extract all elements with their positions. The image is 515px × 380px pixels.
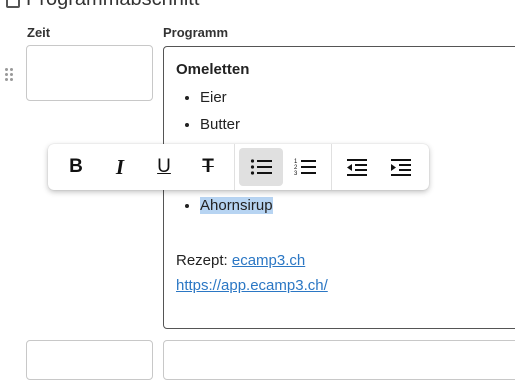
document-icon bbox=[6, 0, 20, 8]
toolbar-divider bbox=[330, 144, 331, 190]
bold-button[interactable]: B bbox=[54, 148, 98, 186]
section-heading: Programmabschnitt bbox=[6, 0, 199, 11]
outdent-icon bbox=[347, 159, 367, 176]
section-title: Programmabschnitt bbox=[26, 0, 199, 11]
indent-button[interactable] bbox=[379, 148, 423, 186]
italic-icon: I bbox=[115, 154, 125, 179]
strikethrough-button[interactable]: T bbox=[186, 148, 230, 186]
ingredient-list-continued: Ahornsirup bbox=[176, 192, 510, 219]
drag-handle-icon[interactable] bbox=[5, 68, 15, 82]
text-style-group: B I U T bbox=[54, 144, 230, 190]
italic-button[interactable]: I bbox=[98, 148, 142, 186]
strikethrough-icon: T bbox=[202, 156, 214, 177]
indent-icon bbox=[391, 159, 411, 176]
selected-text: Ahornsirup bbox=[200, 197, 273, 214]
next-time-input[interactable] bbox=[26, 340, 153, 380]
bold-icon: B bbox=[69, 156, 83, 177]
url-line: https://app.ecamp3.ch/ bbox=[176, 277, 510, 294]
toolbar-divider bbox=[234, 144, 235, 190]
list-group: 1 2 3 bbox=[238, 144, 327, 190]
underline-button[interactable]: U bbox=[142, 148, 186, 186]
bullet-list-button[interactable] bbox=[238, 148, 283, 186]
list-item: Butter bbox=[200, 111, 510, 138]
recipe-prefix: Rezept: bbox=[176, 252, 232, 269]
program-label: Programm bbox=[163, 25, 229, 40]
next-program-input[interactable] bbox=[163, 340, 515, 380]
time-label: Zeit bbox=[27, 25, 51, 40]
url-link[interactable]: https://app.ecamp3.ch/ bbox=[176, 277, 328, 294]
indent-group bbox=[335, 144, 423, 190]
ingredient-list: Eier Butter bbox=[176, 84, 510, 138]
list-item: Eier bbox=[200, 84, 510, 111]
outdent-button[interactable] bbox=[335, 148, 379, 186]
bullet-list-icon bbox=[250, 159, 272, 175]
numbered-list-button[interactable]: 1 2 3 bbox=[283, 148, 327, 186]
underline-icon: U bbox=[157, 156, 171, 177]
svg-text:3: 3 bbox=[294, 171, 298, 176]
recipe-link[interactable]: ecamp3.ch bbox=[232, 252, 305, 269]
time-input[interactable] bbox=[26, 45, 153, 101]
editor-title: Omeletten bbox=[176, 61, 250, 78]
numbered-list-icon: 1 2 3 bbox=[294, 159, 316, 176]
formatting-toolbar: B I U T 1 2 3 bbox=[48, 144, 429, 190]
list-item-selected: Ahornsirup bbox=[200, 192, 510, 219]
recipe-line: Rezept: ecamp3.ch bbox=[176, 252, 510, 269]
